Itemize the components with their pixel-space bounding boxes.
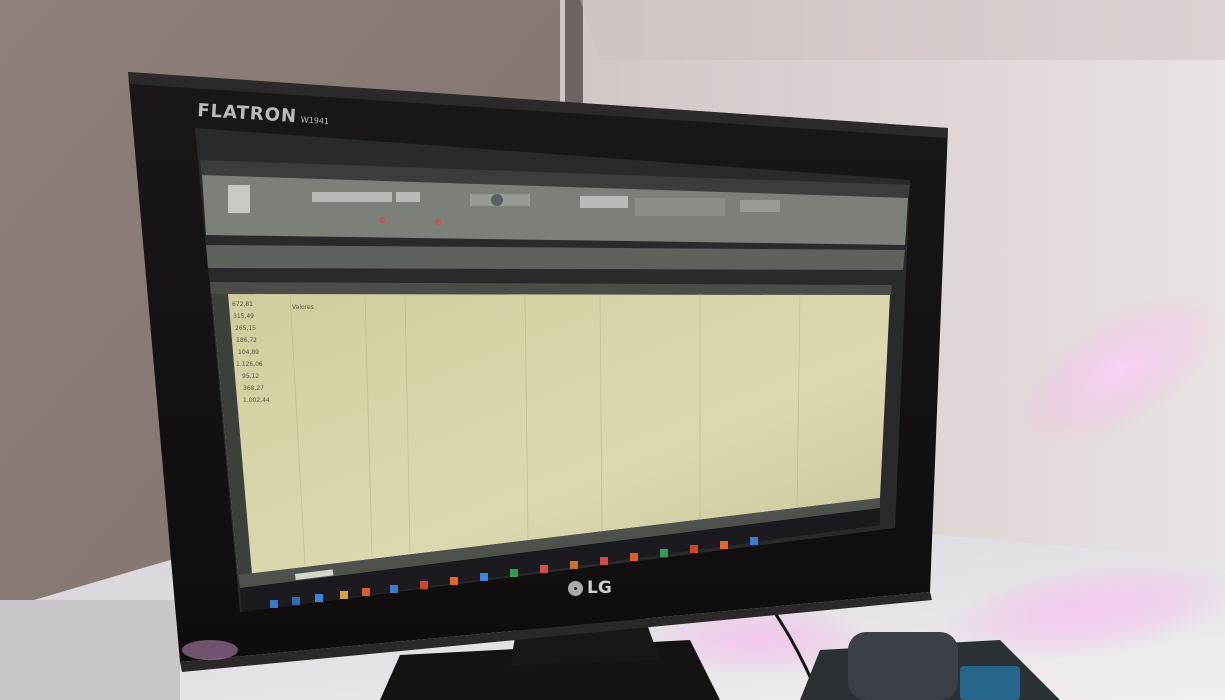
monitor-logo-text: LG <box>587 578 612 598</box>
svg-text:104,89: 104,89 <box>238 349 259 356</box>
svg-text:315,49: 315,49 <box>233 313 254 320</box>
svg-text:95,12: 95,12 <box>242 373 259 380</box>
svg-text:265,15: 265,15 <box>235 325 256 332</box>
svg-text:Valores: Valores <box>292 304 314 311</box>
photo-scene: 672,81 315,49 265,15 186,72 104,89 1.126… <box>0 0 1225 700</box>
desk-phone-handset <box>848 632 958 700</box>
desk-phone-keys <box>960 666 1020 700</box>
svg-text:1.002,44: 1.002,44 <box>243 397 270 404</box>
svg-text:672,81: 672,81 <box>232 301 253 308</box>
svg-text:1.126,06: 1.126,06 <box>236 361 263 368</box>
svg-text:368,27: 368,27 <box>243 385 264 392</box>
desk-left-edge <box>0 600 180 700</box>
bezel-reflection <box>182 640 238 660</box>
monitor-logo: LG <box>568 578 612 598</box>
svg-text:186,72: 186,72 <box>236 337 257 344</box>
monitor-model-text: W1941 <box>300 115 330 127</box>
lg-logo-icon <box>568 580 583 596</box>
partition-side <box>580 0 1225 60</box>
scene-illustration: 672,81 315,49 265,15 186,72 104,89 1.126… <box>0 0 1225 700</box>
